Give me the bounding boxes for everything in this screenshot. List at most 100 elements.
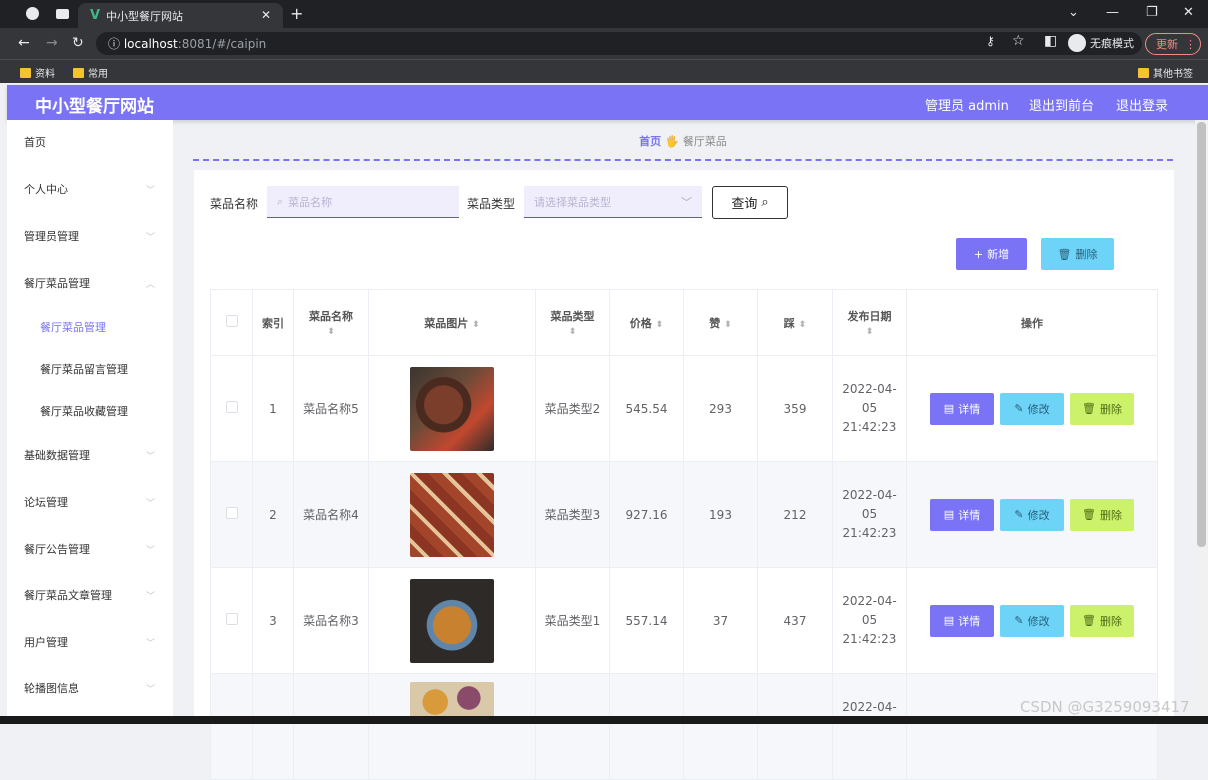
chevron-down-icon: ﹀: [145, 684, 155, 695]
maximize-icon[interactable]: ❐: [1146, 5, 1158, 20]
delete-button[interactable]: 🗑 删除: [1070, 392, 1134, 425]
cell-image: [368, 461, 536, 568]
detail-button[interactable]: ▤ 详情: [930, 498, 994, 531]
col-image-label: 菜品图片: [424, 316, 469, 330]
breadcrumb-current: 餐厅菜品: [682, 135, 727, 148]
page-scrollbar[interactable]: [1195, 120, 1208, 716]
back-icon[interactable]: ←: [18, 35, 30, 51]
bookmarks-bar: 资料 常用 其他书签: [0, 59, 1208, 83]
update-button[interactable]: 更新 ⋮: [1145, 33, 1201, 55]
incognito-icon: [1068, 34, 1086, 52]
dish-type-select[interactable]: 请选择菜品类型 ﹀: [524, 186, 702, 218]
row-checkbox[interactable]: [225, 507, 238, 519]
cell-name: 菜品名称3: [293, 567, 369, 674]
row-checkbox-cell: [210, 673, 253, 780]
detail-label: 详情: [958, 508, 981, 522]
breadcrumb-home[interactable]: 首页: [639, 135, 661, 148]
pencil-icon: ✎: [1014, 508, 1024, 521]
star-icon[interactable]: ☆: [1012, 33, 1025, 49]
row-checkbox[interactable]: [225, 613, 238, 625]
edit-button[interactable]: ✎ 修改: [1000, 604, 1064, 637]
query-button[interactable]: 查询 ⌕: [712, 186, 788, 219]
col-like[interactable]: 赞 ⬍: [683, 289, 758, 356]
sidebar-item-forum[interactable]: 论坛管理 ﹀: [7, 480, 173, 524]
sidebar-item-base-data[interactable]: 基础数据管理 ﹀: [7, 433, 173, 477]
cell-actions: ▤ 详情 ✎ 修改 🗑 删除: [906, 355, 1158, 462]
sidebar-item-users[interactable]: 用户管理 ﹀: [7, 620, 173, 664]
sidebar-item-home[interactable]: 首页: [7, 120, 173, 164]
bulk-delete-button[interactable]: 🗑 删除: [1041, 238, 1114, 270]
sidebar-item-articles[interactable]: 餐厅菜品文章管理 ﹀: [7, 573, 173, 617]
edit-button[interactable]: ✎ 修改: [1000, 392, 1064, 425]
incognito-indicator[interactable]: 无痕模式: [1068, 34, 1134, 52]
sort-icon[interactable]: ⬍: [472, 320, 480, 330]
site-title: 中小型餐厅网站: [35, 97, 154, 117]
chevron-down-icon: ﹀: [145, 185, 155, 196]
sidepanel-icon[interactable]: ◧: [1044, 33, 1057, 49]
col-index: 索引: [252, 289, 294, 356]
window-icon[interactable]: [56, 9, 69, 19]
browser-icon[interactable]: [26, 7, 39, 20]
chevron-down-icon: ﹀: [681, 195, 692, 209]
table-row: 1 菜品名称5 菜品类型2 545.54 293 359 2022-04-05 …: [210, 355, 1158, 462]
sidebar-item-dish-favorites[interactable]: 餐厅菜品收藏管理: [7, 389, 173, 433]
reload-icon[interactable]: ↻: [72, 35, 84, 51]
col-price[interactable]: 价格 ⬍: [609, 289, 684, 356]
cell-date: 2022-04-05 21:42:23: [832, 355, 907, 462]
col-name[interactable]: 菜品名称 ⬍: [293, 289, 369, 356]
sort-icon[interactable]: ⬍: [799, 320, 807, 330]
sort-icon[interactable]: ⬍: [327, 327, 335, 337]
delete-button[interactable]: 🗑 删除: [1070, 498, 1134, 531]
detail-button[interactable]: ▤ 详情: [930, 604, 994, 637]
new-tab-icon[interactable]: +: [290, 4, 303, 23]
tab-close-icon[interactable]: ✕: [261, 8, 271, 22]
col-image[interactable]: 菜品图片 ⬍: [368, 289, 536, 356]
to-front-link[interactable]: 退出到前台: [1029, 95, 1094, 114]
sort-icon[interactable]: ⬍: [569, 327, 577, 337]
plus-icon: +: [973, 247, 984, 261]
col-type[interactable]: 菜品类型 ⬍: [535, 289, 610, 356]
sort-icon[interactable]: ⬍: [724, 320, 732, 330]
browser-tab[interactable]: V 中小型餐厅网站 ✕: [78, 3, 283, 28]
key-icon[interactable]: ⚷: [986, 34, 995, 48]
forward-icon[interactable]: →: [46, 35, 58, 51]
delete-button[interactable]: 🗑 删除: [1070, 604, 1134, 637]
row-checkbox[interactable]: [225, 401, 238, 413]
window-close-icon[interactable]: ✕: [1183, 5, 1194, 20]
cell-name: 菜品名称5: [293, 355, 369, 462]
sidebar-item-label: 首页: [24, 136, 46, 149]
sidebar-item-admins[interactable]: 管理员管理 ﹀: [7, 214, 173, 258]
sidebar-item-profile[interactable]: 个人中心 ﹀: [7, 167, 173, 211]
other-bookmarks[interactable]: 其他书签: [1138, 65, 1193, 80]
sidebar-item-dishes[interactable]: 餐厅菜品管理: [7, 305, 173, 349]
edit-label: 修改: [1027, 508, 1050, 522]
scroll-thumb[interactable]: [1197, 122, 1206, 547]
sort-icon[interactable]: ⬍: [656, 320, 664, 330]
add-button[interactable]: + 新增: [956, 238, 1027, 270]
detail-button[interactable]: ▤ 详情: [930, 392, 994, 425]
dish-image: [410, 366, 494, 451]
sidebar-item-dish-comments[interactable]: 餐厅菜品留言管理: [7, 347, 173, 391]
bookmark-folder-2[interactable]: 常用: [73, 65, 108, 80]
chevron-down-icon: ﹀: [145, 498, 155, 509]
breadcrumb-separator-icon: 🖐: [665, 135, 679, 148]
edit-button[interactable]: ✎ 修改: [1000, 498, 1064, 531]
sidebar-item-label: 餐厅菜品管理: [40, 321, 106, 334]
watermark: CSDN @G3259093417: [1020, 698, 1190, 716]
bookmark-folder-1[interactable]: 资料: [20, 65, 55, 80]
incognito-label: 无痕模式: [1090, 37, 1134, 50]
table-row: 3 菜品名称3 菜品类型1 557.14 37 437 2022-04-05 2…: [210, 567, 1158, 674]
dish-name-input[interactable]: ⌕ 菜品名称: [267, 186, 459, 218]
tab-search-icon[interactable]: ⌄: [1068, 5, 1079, 20]
sidebar-item-label: 论坛管理: [24, 496, 68, 509]
logout-link[interactable]: 退出登录: [1116, 95, 1168, 114]
sidebar-item-dishes-group[interactable]: 餐厅菜品管理 ︿: [7, 261, 173, 305]
folder-icon: [20, 67, 31, 78]
col-date[interactable]: 发布日期 ⬍: [832, 289, 907, 356]
sidebar-item-carousel[interactable]: 轮播图信息 ﹀: [7, 666, 173, 710]
col-dislike[interactable]: 踩 ⬍: [757, 289, 833, 356]
sidebar-item-notices[interactable]: 餐厅公告管理 ﹀: [7, 527, 173, 571]
select-all-checkbox[interactable]: [225, 315, 238, 327]
sort-icon[interactable]: ⬍: [866, 327, 874, 337]
minimize-icon[interactable]: —: [1106, 5, 1119, 20]
